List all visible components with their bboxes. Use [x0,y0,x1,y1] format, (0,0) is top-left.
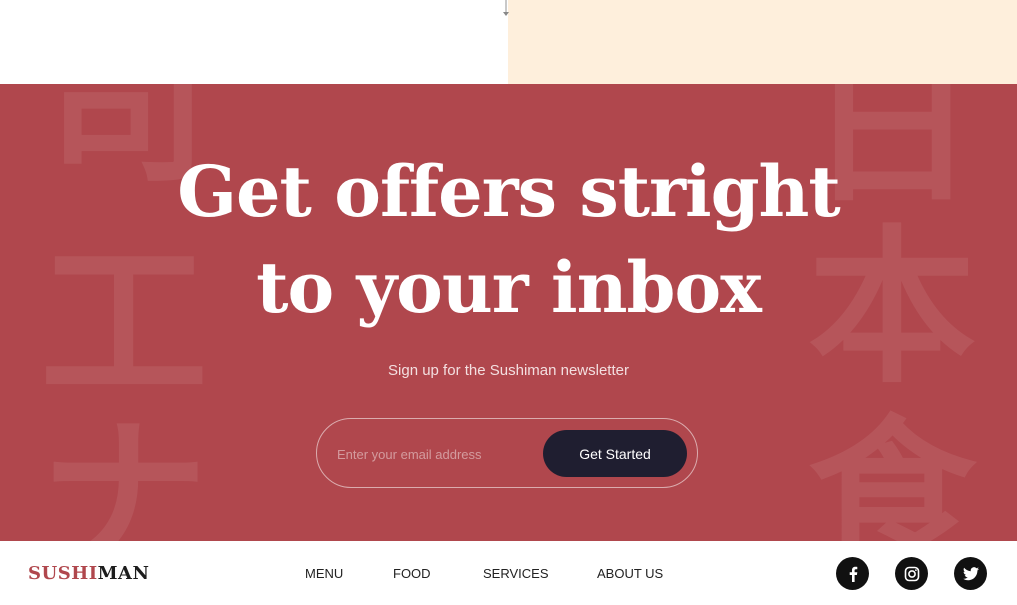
nav-about-us[interactable]: ABOUT US [597,566,663,581]
nav-menu[interactable]: MENU [305,566,343,581]
headline-line-2: to your inbox [256,246,762,329]
twitter-icon [962,566,979,580]
newsletter-headline: Get offers stright to your inbox [0,144,1017,336]
sushiman-logo[interactable]: SUSHIMAN [28,563,149,584]
headline-line-1: Get offers stright [177,150,841,233]
newsletter-section: 司 工 ナ 日 本 食 Get offers stright to your i… [0,84,1017,541]
kanji-watermark: 食 [808,400,976,541]
scroll-indicator [503,0,509,16]
facebook-icon [849,566,857,582]
email-input[interactable] [335,441,539,467]
top-right-panel [508,0,1017,84]
twitter-link[interactable] [954,557,987,590]
top-section [0,0,1017,84]
logo-part-sushi: SUSHI [28,563,98,584]
newsletter-signup-form: Get Started [316,418,698,488]
facebook-link[interactable] [836,557,869,590]
instagram-link[interactable] [895,557,928,590]
logo-part-man: MAN [97,563,150,584]
newsletter-subtitle: Sign up for the Sushiman newsletter [388,362,629,379]
instagram-icon [904,566,919,581]
nav-services[interactable]: SERVICES [483,566,549,581]
kanji-watermark: ナ [40,400,208,541]
top-left-panel [0,0,508,84]
footer: SUSHIMAN MENU FOOD SERVICES ABOUT US [0,541,1017,605]
nav-food[interactable]: FOOD [393,566,431,581]
get-started-button[interactable]: Get Started [543,430,687,477]
